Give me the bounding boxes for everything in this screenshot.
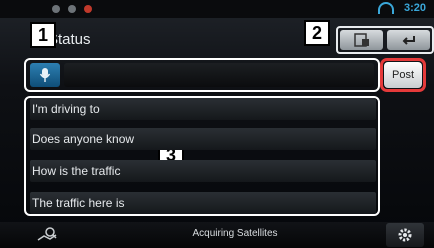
back-icon	[402, 36, 415, 45]
alert-icon	[84, 5, 92, 13]
map-search-icon	[37, 227, 57, 241]
post-button[interactable]: Post	[384, 62, 422, 88]
phrase-item[interactable]: I'm driving to	[30, 98, 376, 120]
status-icons-left	[52, 2, 92, 16]
callout-1: 1	[30, 22, 56, 48]
gear-icon	[398, 228, 412, 242]
top-button-group	[336, 26, 434, 54]
voice-input-button[interactable]	[30, 63, 60, 87]
settings-small-icon	[68, 5, 76, 13]
status-icons-right: 3:20	[377, 2, 426, 14]
phrase-item[interactable]: The traffic here is	[30, 192, 376, 214]
wifi-icon	[377, 2, 394, 14]
clock-time: 3:20	[403, 2, 426, 14]
phrase-item[interactable]: Does anyone know	[30, 128, 376, 150]
status-text-field[interactable]	[64, 63, 374, 87]
microphone-icon	[39, 68, 51, 82]
map-search-button[interactable]	[34, 225, 60, 245]
antenna-icon	[52, 5, 60, 13]
clipboard-button[interactable]	[340, 30, 383, 50]
status-bar: 3:20	[0, 0, 434, 18]
back-button[interactable]	[387, 30, 430, 50]
settings-button[interactable]	[386, 223, 424, 247]
phrase-item[interactable]: How is the traffic	[30, 160, 376, 182]
screen: 3:20 Status 1 2 3 Post I'm driving to Do…	[0, 0, 434, 248]
clipboard-icon	[353, 33, 369, 47]
callout-2: 2	[304, 20, 330, 46]
gps-status-text: Acquiring Satellites	[192, 228, 278, 239]
